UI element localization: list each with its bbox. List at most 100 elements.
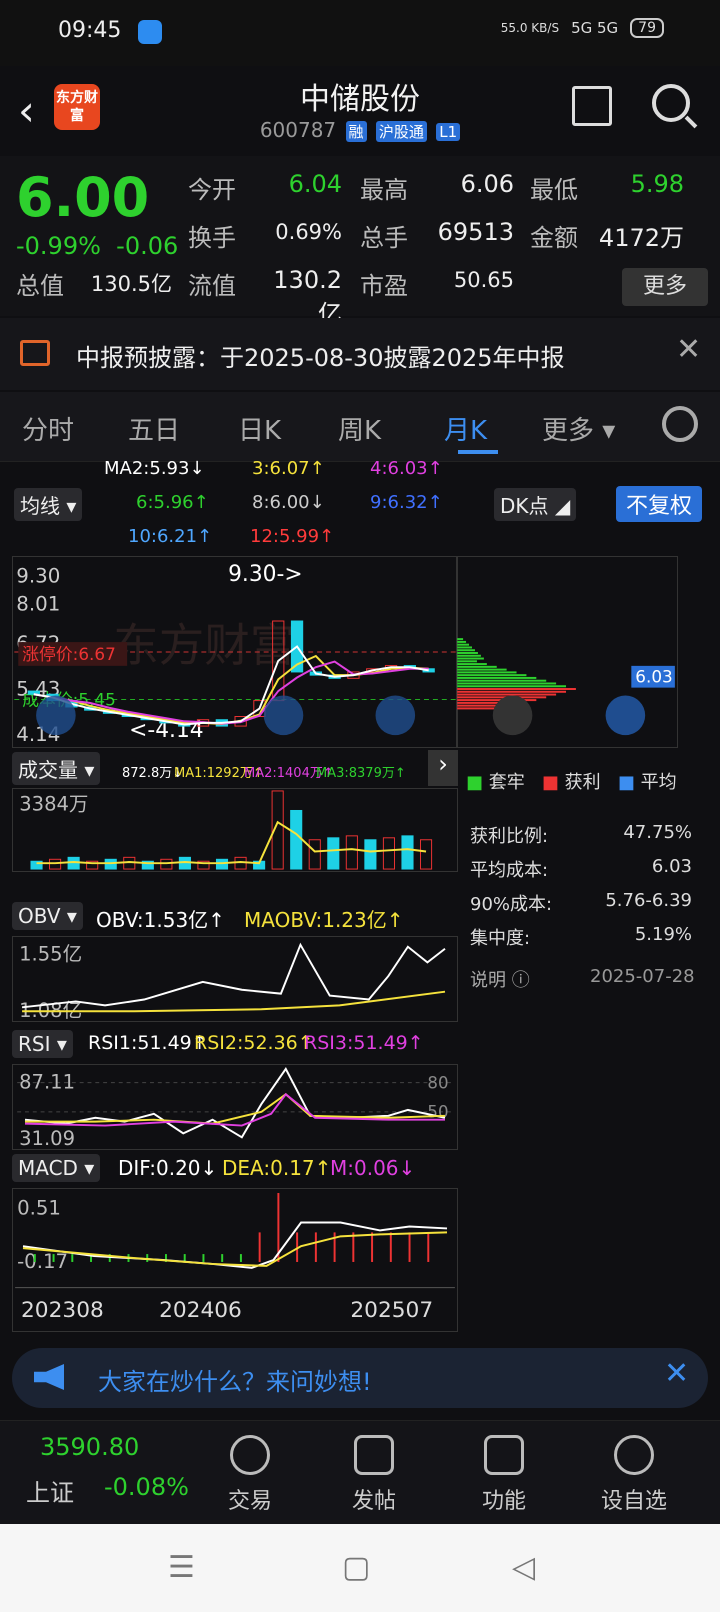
prev-button[interactable]	[375, 695, 416, 736]
notice-text: 中报预披露：于2025-08-30披露2025年中报	[76, 344, 565, 372]
bottom-nav: 3590.80 上证 -0.08% 交易 发帖 功能 设自选	[0, 1420, 720, 1524]
volume-value: 69513	[437, 218, 514, 246]
nav-function-label: 功能	[481, 1489, 526, 1514]
chip-bar	[457, 640, 467, 643]
pe-label: 市盈	[360, 272, 408, 300]
float-label: 流值	[188, 272, 236, 300]
chip-date: 2025-07-28	[590, 966, 695, 987]
chip-next-button[interactable]	[492, 695, 533, 736]
ma12: 12:5.99↑	[250, 526, 335, 547]
close-icon[interactable]: ✕	[676, 332, 701, 367]
chip-bar	[457, 646, 472, 649]
tab-weekly[interactable]: 周K	[338, 410, 381, 447]
candle	[27, 690, 40, 695]
tab-intraday[interactable]: 分时	[22, 410, 74, 447]
ma3: 3:6.07↑	[252, 458, 325, 479]
notice-bar[interactable]: 中报预披露：于2025-08-30披露2025年中报 ✕	[0, 318, 720, 390]
obv-selector[interactable]: OBV ▾	[12, 902, 83, 930]
rsi3-value: RSI3:51.49↑	[304, 1032, 424, 1054]
ask-miaoxiang-bar[interactable]: 大家在炒什么？来问妙想! ✕	[12, 1348, 708, 1408]
back-nav-icon[interactable]: ◁	[512, 1550, 535, 1585]
xaxis-start: 202308	[21, 1298, 104, 1323]
vol-ma3: MA3:8379万↑	[316, 766, 406, 781]
trade-icon	[230, 1435, 270, 1475]
ma-selector[interactable]: 均线 ▾	[14, 488, 83, 521]
nav-post[interactable]: 发帖	[324, 1435, 424, 1515]
tab-more-label: 更多	[542, 416, 595, 446]
no-adjust-button[interactable]: 不复权	[616, 486, 703, 522]
index-value[interactable]: 3590.80	[40, 1433, 139, 1461]
limit-up-price: 涨停价:6.67	[22, 644, 116, 664]
rsi-chart: 87.11 31.09 80 50	[12, 1064, 458, 1150]
volume-max: 3384万	[19, 792, 88, 815]
ma2: MA2:5.93↓	[104, 458, 205, 479]
tab-monthly[interactable]: 月K	[444, 410, 487, 447]
chip-bar	[457, 674, 527, 677]
chip-bar	[457, 690, 567, 693]
nav-watchlist[interactable]: 设自选	[584, 1435, 684, 1515]
tag-hk-connect: 沪股通	[375, 121, 427, 142]
index-change[interactable]: -0.08%	[104, 1473, 189, 1501]
avg-cost-label: 平均成本:	[470, 860, 549, 881]
dk-point-selector[interactable]: DK点 ◢	[494, 488, 577, 521]
m-value: M:0.06↓	[330, 1156, 416, 1180]
zoom-out-button[interactable]	[36, 695, 76, 736]
nav-trade[interactable]: 交易	[200, 1435, 300, 1515]
tab-5day[interactable]: 五日	[128, 410, 180, 447]
tab-more[interactable]: 更多 ▾	[542, 410, 615, 447]
volume-bar	[419, 839, 433, 870]
expand-icon[interactable]	[605, 695, 646, 736]
ma8: 8:6.00↓	[252, 492, 325, 513]
volume-label: 成交量	[18, 758, 78, 782]
more-button[interactable]: 更多	[622, 268, 708, 306]
weather-app-icon	[138, 20, 162, 44]
kline-chart[interactable]: 东方财富 9.30 8.01 6.72 5.43 4.14 涨停价:6.67 成…	[12, 556, 458, 748]
macd-selector[interactable]: MACD ▾	[12, 1154, 101, 1182]
chip-bar	[457, 679, 547, 682]
home-icon[interactable]: ▢	[342, 1550, 370, 1585]
ma4: 4:6.03↑	[370, 458, 443, 479]
open-value: 6.04	[288, 170, 342, 198]
chip-bar	[457, 660, 477, 663]
amount-label: 金额	[530, 224, 578, 252]
chip-bar	[457, 652, 478, 654]
volume-bar	[290, 809, 303, 870]
edit-icon	[354, 1435, 394, 1475]
turnover-value: 0.69%	[275, 220, 342, 244]
share-icon[interactable]	[572, 86, 612, 126]
speaker-icon	[20, 340, 50, 366]
open-label: 今开	[188, 176, 236, 204]
rsi2-value: RSI2:52.36↑	[194, 1032, 314, 1054]
profit-ratio-label: 获利比例:	[470, 826, 549, 847]
nav-watchlist-label: 设自选	[600, 1489, 667, 1514]
menu-icon[interactable]: ☰	[168, 1550, 195, 1585]
cost90-label: 90%成本:	[470, 894, 553, 915]
legend-profit: 获利	[564, 772, 601, 793]
chevron-right-icon[interactable]: ›	[428, 750, 458, 786]
tab-daily[interactable]: 日K	[238, 410, 281, 447]
rsi-selector[interactable]: RSI ▾	[12, 1030, 73, 1058]
search-icon[interactable]	[652, 84, 690, 122]
concentration-value: 5.19%	[634, 924, 692, 945]
chip-note[interactable]: 说明 ⓘ	[470, 966, 530, 992]
nav-function[interactable]: 功能	[454, 1435, 554, 1515]
profit-ratio-value: 47.75%	[623, 822, 692, 843]
close-ask-icon[interactable]: ✕	[664, 1356, 689, 1391]
rsi-level-80: 80	[427, 1073, 448, 1092]
tag-level[interactable]: L1	[436, 123, 461, 141]
volume-chart: 3384万	[12, 788, 458, 872]
chip-note-label: 说明	[470, 970, 506, 991]
volume-bar	[308, 839, 321, 870]
gear-icon[interactable]	[662, 406, 698, 442]
ma9: 9:6.32↑	[370, 492, 443, 513]
megaphone-icon	[34, 1364, 64, 1390]
chip-distribution[interactable]: 6.03	[456, 556, 678, 748]
zoom-in-button[interactable]	[263, 695, 304, 736]
grid-icon	[484, 1435, 524, 1475]
xaxis-mid: 202406	[159, 1298, 242, 1323]
more-dots-icon	[614, 1435, 654, 1475]
volume-selector[interactable]: 成交量 ▾	[12, 752, 101, 785]
index-name[interactable]: 上证	[26, 1473, 74, 1508]
obv-chart: 1.55亿 1.08亿	[12, 936, 458, 1022]
macd-label: MACD	[18, 1156, 78, 1180]
